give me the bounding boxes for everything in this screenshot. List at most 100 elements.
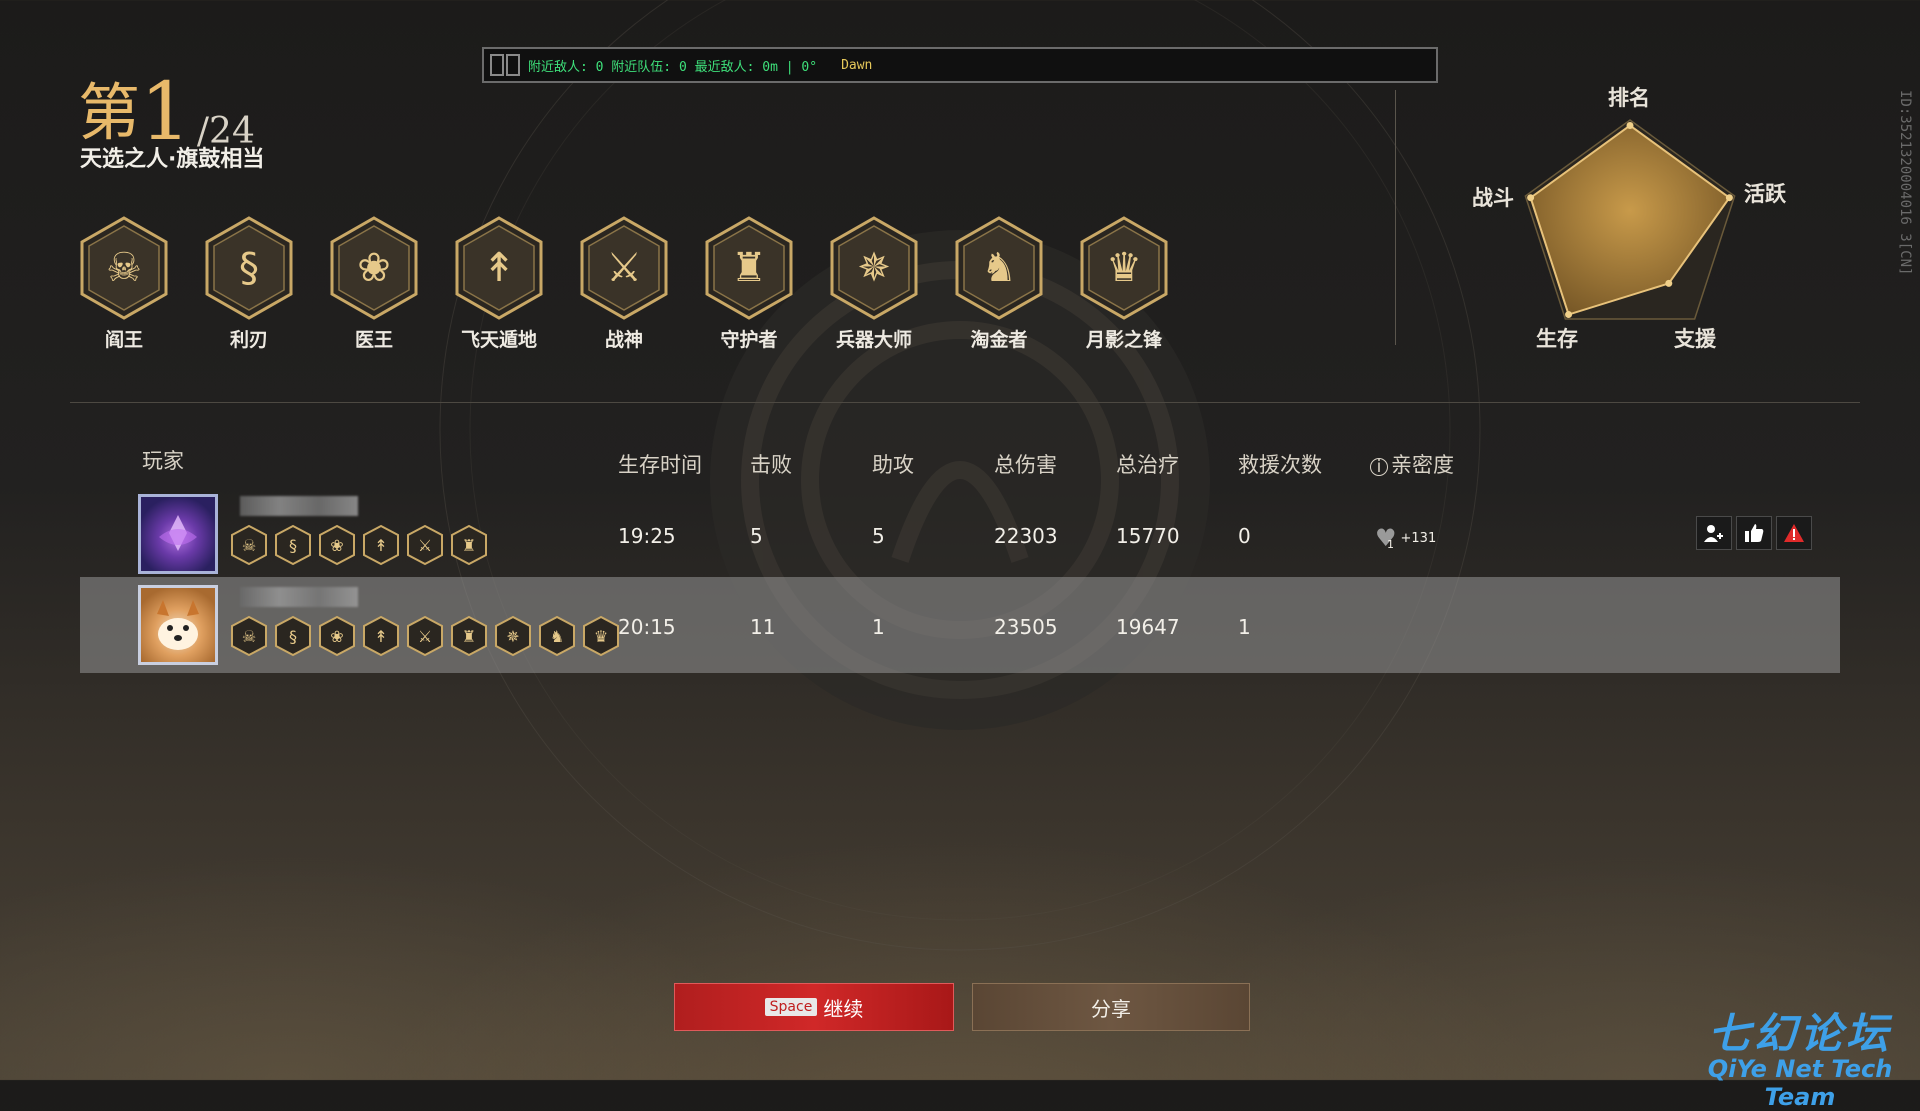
crossed-weapons-icon: ✵: [830, 216, 918, 320]
player-name-hidden: [240, 496, 358, 516]
intimacy-level: 1: [1387, 538, 1394, 551]
svg-text:♜: ♜: [462, 536, 476, 555]
achievement-3[interactable]: ↟ 飞天遁地: [453, 215, 545, 352]
damage: 23505: [994, 615, 1058, 639]
status-text: 附近敌人: 0 附近队伍: 0 最近敌人: 0m | 0°: [528, 59, 818, 75]
avatar-image: [159, 515, 197, 551]
add-friend-button[interactable]: [1696, 516, 1732, 550]
header-survival-time: 生存时间: [618, 453, 702, 477]
svg-text:♜: ♜: [462, 627, 476, 646]
player-badges: ☠ § ❀ ↟ ⚔ ♜ ✵ ♞ ♛: [230, 615, 620, 657]
assists: 1: [872, 615, 885, 639]
achievement-6[interactable]: ✵ 兵器大师: [828, 215, 920, 352]
sword-wings-icon: ⚔: [580, 216, 668, 320]
time-of-day: Dawn: [841, 57, 873, 73]
achievement-badge-icon: ♜: [451, 524, 487, 566]
radar-label-activity: 活跃: [1744, 182, 1786, 206]
achievement-label: 淘金者: [970, 329, 1028, 351]
oni-mask-icon: ☠: [80, 216, 168, 320]
svg-text:☠: ☠: [242, 536, 256, 555]
player-actions: [1696, 516, 1812, 550]
achievement-badge-icon: ❀: [319, 524, 355, 566]
report-button[interactable]: [1776, 516, 1812, 550]
warning-icon: [1784, 524, 1804, 542]
survival-time: 19:25: [618, 524, 676, 548]
header-player: 玩家: [142, 449, 184, 473]
radar-point-bottom_right: [1665, 279, 1673, 287]
svg-text:❀: ❀: [330, 627, 343, 646]
achievement-label: 飞天遁地: [460, 329, 537, 351]
continue-label: 继续: [823, 996, 864, 1021]
achievement-5[interactable]: ♜ 守护者: [703, 215, 795, 352]
avatar[interactable]: [138, 494, 218, 574]
svg-text:✵: ✵: [857, 245, 891, 291]
radar-point-left: [1527, 194, 1535, 202]
rank-prefix: 第: [78, 76, 141, 149]
svg-text:↟: ↟: [374, 627, 387, 646]
svg-text:♛: ♛: [1106, 245, 1142, 291]
avatar-image: [157, 600, 199, 650]
svg-text:⚔: ⚔: [606, 245, 642, 291]
status-indicator: [506, 54, 520, 76]
svg-text:⚔: ⚔: [418, 627, 432, 646]
player-badges: ☠ § ❀ ↟ ⚔ ♜: [230, 524, 488, 566]
continue-button[interactable]: Space 继续: [674, 983, 954, 1031]
header-intimacy-label: 亲密度: [1391, 453, 1454, 477]
avatar[interactable]: [138, 585, 218, 665]
add-friend-icon: [1704, 525, 1723, 542]
achievement-label: 利刃: [229, 329, 268, 351]
achievement-7[interactable]: ♞ 淘金者: [953, 215, 1045, 352]
kills: 5: [750, 524, 763, 548]
achievement-badge-icon: ☠: [231, 615, 267, 657]
rescues: 0: [1238, 524, 1251, 548]
table-row: ☠ § ❀ ↟ ⚔ ♜ ✵ ♞ ♛ 20:15 11 1 23505 19647 1: [80, 577, 1840, 673]
radar-point-bottom_left: [1565, 311, 1573, 319]
divider: [1395, 90, 1396, 345]
status-indicator: [490, 54, 504, 76]
svg-text:✵: ✵: [506, 627, 519, 646]
achievement-badge-icon: ↟: [363, 524, 399, 566]
lotus-hand-icon: ❀: [330, 216, 418, 320]
radar-graph: [1524, 119, 1736, 320]
rank: 第1/24: [78, 62, 255, 153]
svg-text:§: §: [289, 536, 297, 555]
achievement-label: 月影之锋: [1085, 329, 1162, 351]
guardian-icon: ♜: [705, 216, 793, 320]
treasure-hunter-icon: ♞: [955, 216, 1043, 320]
radar-chart: 排名 活跃 支援 生存 战斗: [1460, 78, 1800, 358]
achievement-badge-icon: ⚔: [407, 615, 443, 657]
achievement-label: 医王: [354, 329, 393, 351]
achievement-1[interactable]: § 利刃: [203, 215, 295, 352]
achievement-8[interactable]: ♛ 月影之锋: [1078, 215, 1170, 352]
share-button[interactable]: 分享: [972, 983, 1250, 1031]
player-id: ID:3521320004016 3[CN]: [1897, 90, 1913, 276]
radar-label-combat: 战斗: [1472, 186, 1514, 210]
achievement-4[interactable]: ⚔ 战神: [578, 215, 670, 352]
svg-text:⚔: ⚔: [418, 536, 432, 555]
svg-text:↟: ↟: [374, 536, 387, 555]
watermark: 七幻论坛 QiYe Net Tech Team: [1680, 1000, 1920, 1111]
header-assists: 助攻: [872, 453, 914, 477]
survival-time: 20:15: [618, 615, 676, 639]
achievement-badge-icon: ♛: [583, 615, 619, 657]
status-bar: 附近敌人: 0 附近队伍: 0 最近敌人: 0m | 0° Dawn: [482, 47, 1438, 83]
achievement-badge-icon: ☠: [231, 524, 267, 566]
intimacy-gain: +131: [1400, 530, 1437, 546]
svg-text:♞: ♞: [981, 245, 1017, 291]
svg-text:☠: ☠: [106, 245, 142, 291]
svg-text:§: §: [289, 627, 297, 646]
like-button[interactable]: [1736, 516, 1772, 550]
header-healing: 总治疗: [1116, 453, 1179, 477]
healing: 19647: [1116, 615, 1180, 639]
achievement-0[interactable]: ☠ 阎王: [78, 215, 170, 352]
player-name-hidden: [240, 587, 358, 607]
svg-text:↟: ↟: [482, 245, 516, 291]
achievement-2[interactable]: ❀ 医王: [328, 215, 420, 352]
table-header: 玩家 生存时间 击败 助攻 总伤害 总治疗 救援次数 i 亲密度: [0, 445, 1920, 477]
radar-point-right: [1725, 194, 1733, 202]
radar-label-rank: 排名: [1608, 86, 1650, 110]
rescues: 1: [1238, 615, 1251, 639]
achievement-badge-icon: §: [275, 615, 311, 657]
info-icon[interactable]: i: [1370, 458, 1388, 476]
table-row: ☠ § ❀ ↟ ⚔ ♜ 19:25 5 5 22303 15770 0 ♥ 1 +131: [80, 486, 1840, 582]
